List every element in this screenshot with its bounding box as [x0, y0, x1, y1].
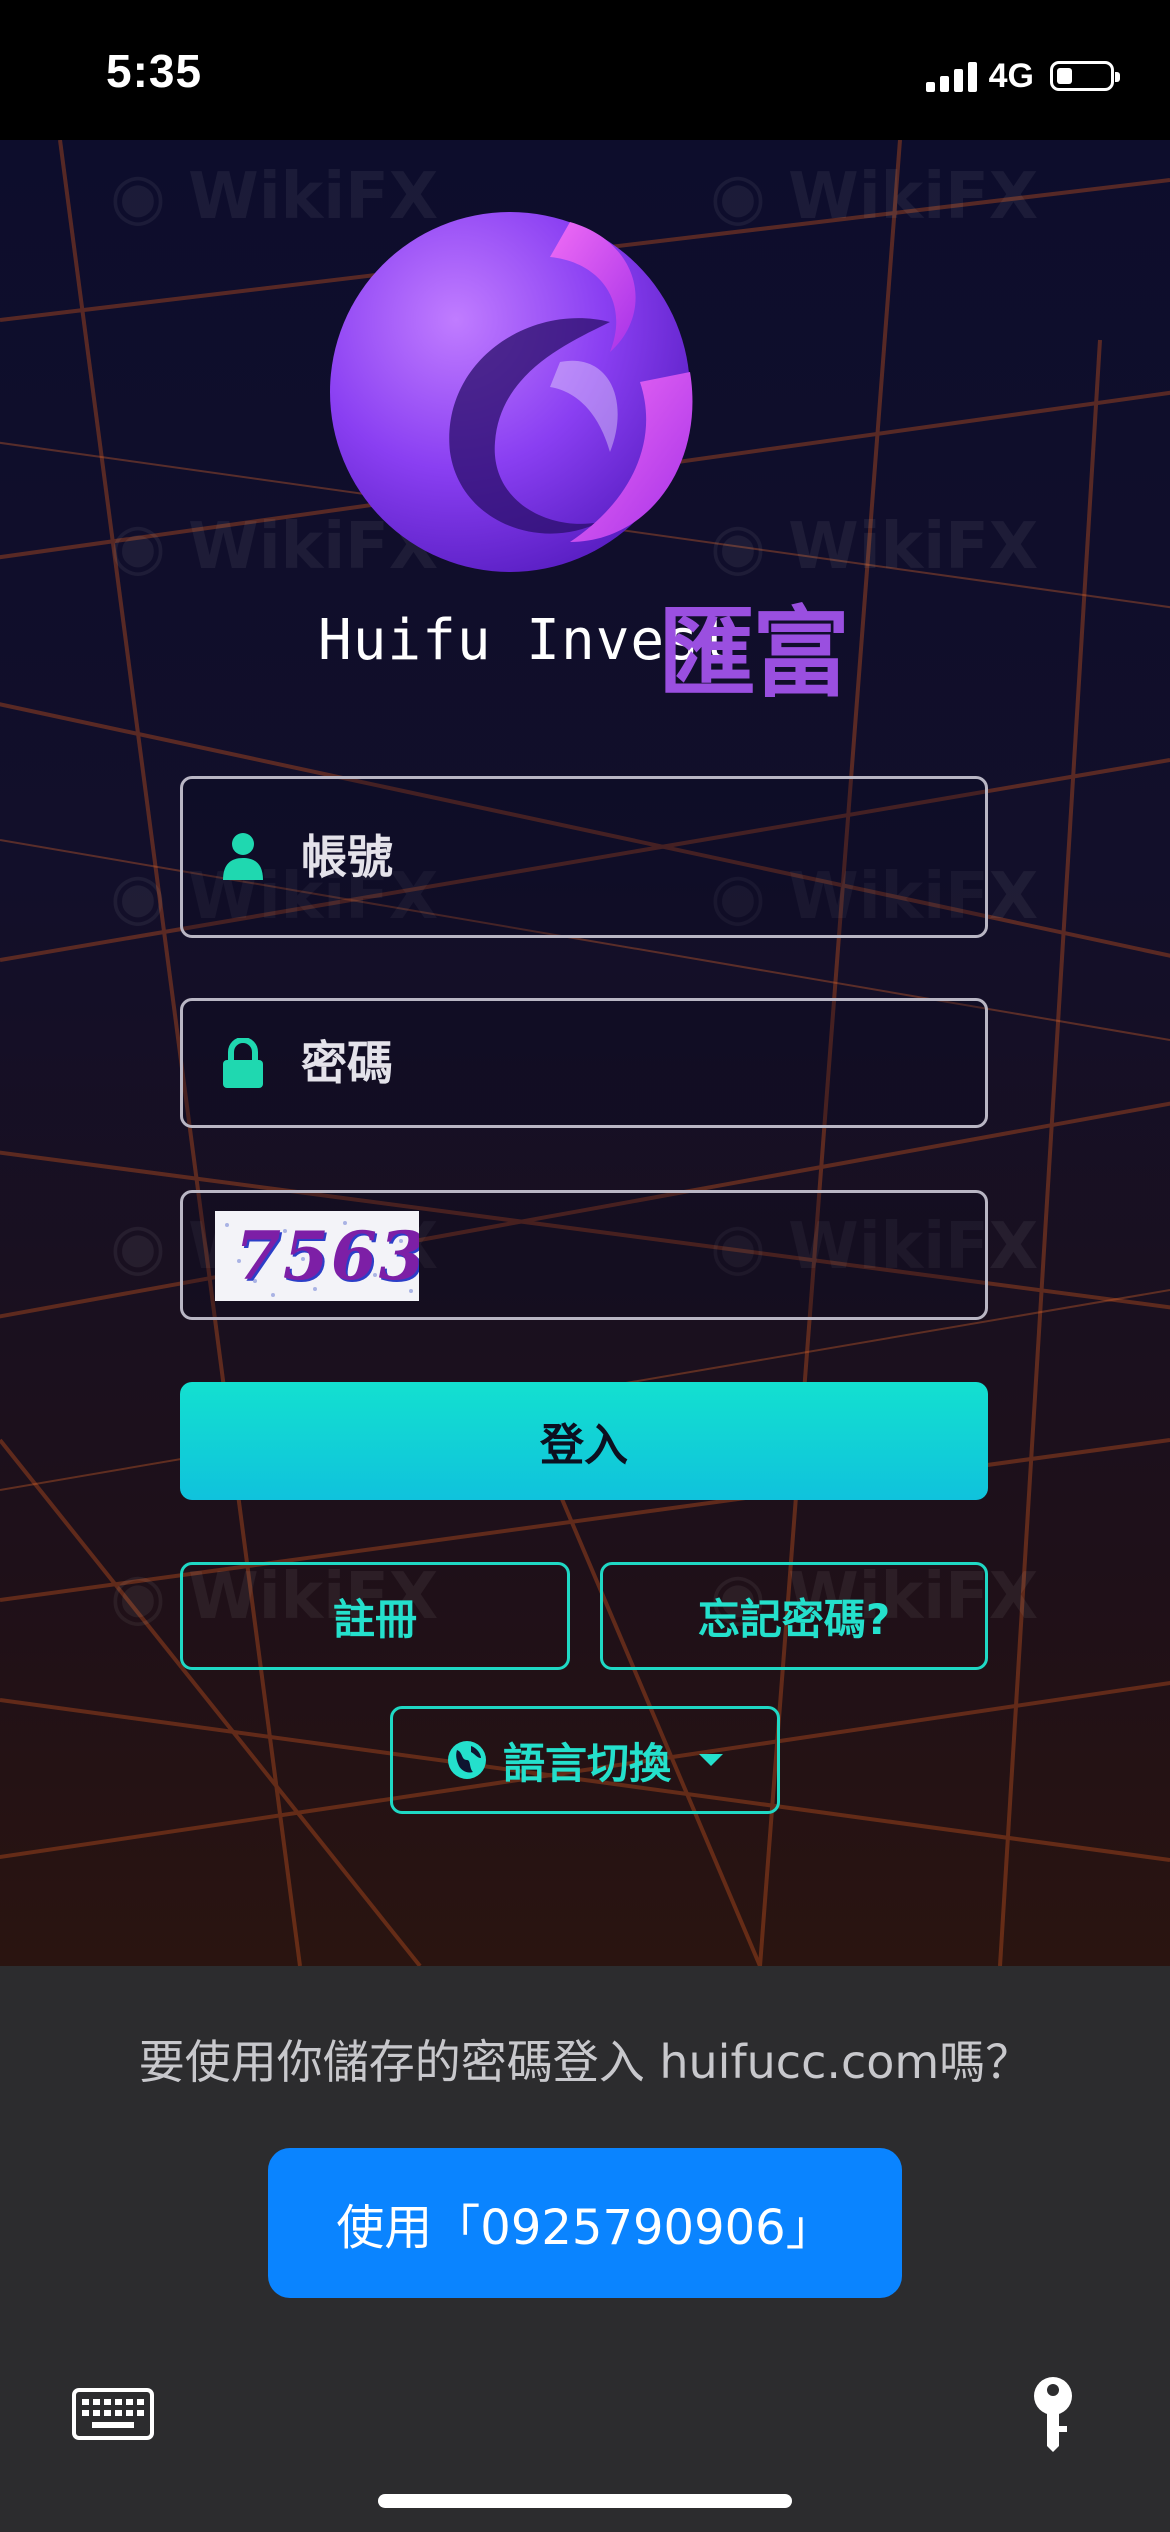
network-type: 4G — [988, 56, 1034, 95]
login-screen: ◉ WikiFX ◉ WikiFX ◉ WikiFX ◉ WikiFX ◉ Wi… — [0, 140, 1170, 1966]
captcha-image[interactable]: 7563 — [215, 1211, 419, 1301]
saved-password-sheet: 要使用你儲存的密碼登入 huifucc.com嗎？ 使用「0925790906」 — [0, 1966, 1170, 2532]
signal-icon — [925, 60, 977, 92]
home-indicator[interactable] — [378, 2494, 792, 2508]
account-input[interactable] — [301, 779, 941, 935]
language-switch-label: 語言切換 — [502, 1738, 671, 1788]
register-button[interactable]: 註冊 — [180, 1562, 570, 1670]
status-bar: 5:35 4G — [0, 0, 1170, 140]
watermark: ◉ WikiFX — [710, 160, 1039, 234]
battery-icon — [1050, 61, 1120, 91]
forgot-password-button[interactable]: 忘記密碼? — [600, 1562, 988, 1670]
status-time: 5:35 — [106, 45, 203, 97]
key-icon[interactable] — [1030, 2376, 1076, 2452]
use-saved-password-button[interactable]: 使用「0925790906」 — [268, 2148, 902, 2298]
account-field[interactable] — [180, 776, 988, 938]
password-field[interactable] — [180, 998, 988, 1128]
login-button[interactable]: 登入 — [180, 1382, 988, 1500]
status-indicators: 4G — [925, 56, 1120, 96]
watermark: ◉ WikiFX — [710, 510, 1039, 584]
caret-down-icon — [699, 1754, 723, 1766]
captcha-code: 7563 — [235, 1217, 419, 1295]
globe-icon — [447, 1741, 486, 1779]
brand-name-cn: 匯富 — [658, 597, 850, 711]
keyboard-icon[interactable] — [72, 2388, 154, 2440]
saved-password-question: 要使用你儲存的密碼登入 huifucc.com嗎？ — [138, 2035, 1032, 2089]
language-switch-button[interactable]: 語言切換 — [390, 1706, 780, 1814]
lock-icon — [223, 1038, 263, 1088]
captcha-field[interactable]: 7563 — [180, 1190, 988, 1320]
user-icon — [223, 833, 263, 880]
password-input[interactable] — [301, 1001, 941, 1125]
